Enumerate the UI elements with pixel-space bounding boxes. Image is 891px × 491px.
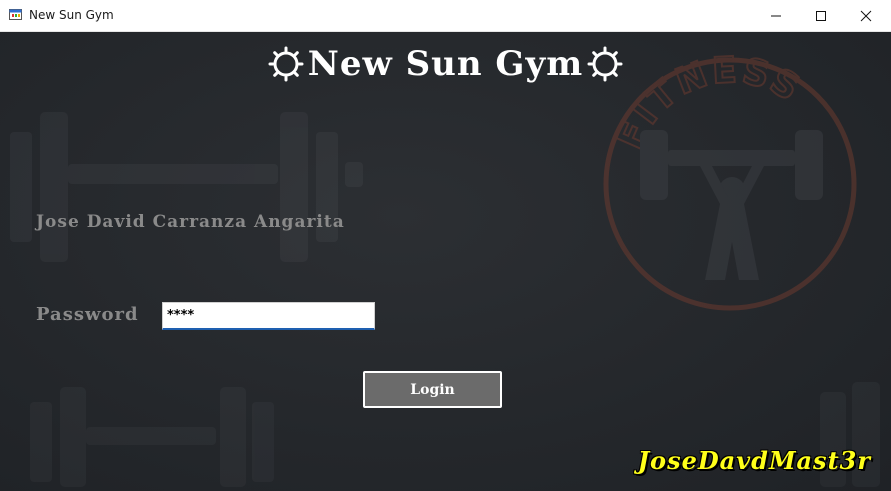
- close-icon: [860, 10, 872, 21]
- app-icon: [9, 9, 22, 20]
- weightlifter-icon: [640, 130, 823, 280]
- sun-icon: [587, 46, 623, 82]
- sun-icon: [268, 46, 304, 82]
- background-art: FITNESS: [10, 49, 880, 487]
- dumbbell-icon: [10, 112, 363, 262]
- password-label: Password: [36, 304, 139, 325]
- maximize-icon: [816, 10, 826, 21]
- minimize-icon: [771, 15, 781, 16]
- maximize-button[interactable]: [798, 0, 844, 31]
- login-button[interactable]: Login: [363, 371, 502, 408]
- user-name-label: Jose David Carranza Angarita: [36, 212, 345, 232]
- page-title: New Sun Gym: [307, 44, 584, 84]
- app-heading: New Sun Gym: [0, 44, 891, 84]
- author-signature: JoseDavdMast3r: [637, 446, 871, 475]
- title-bar[interactable]: New Sun Gym: [0, 0, 891, 32]
- minimize-button[interactable]: [753, 0, 799, 31]
- close-button[interactable]: [843, 0, 889, 31]
- password-field[interactable]: [162, 302, 375, 330]
- login-form: FITNESS New Sun Gym Jose David Carranza …: [0, 32, 891, 491]
- fitness-emblem: FITNESS: [603, 49, 857, 311]
- window-title: New Sun Gym: [29, 8, 114, 22]
- app-window: New Sun Gym FITNESS New Sun Gym Jose Dav…: [0, 0, 891, 491]
